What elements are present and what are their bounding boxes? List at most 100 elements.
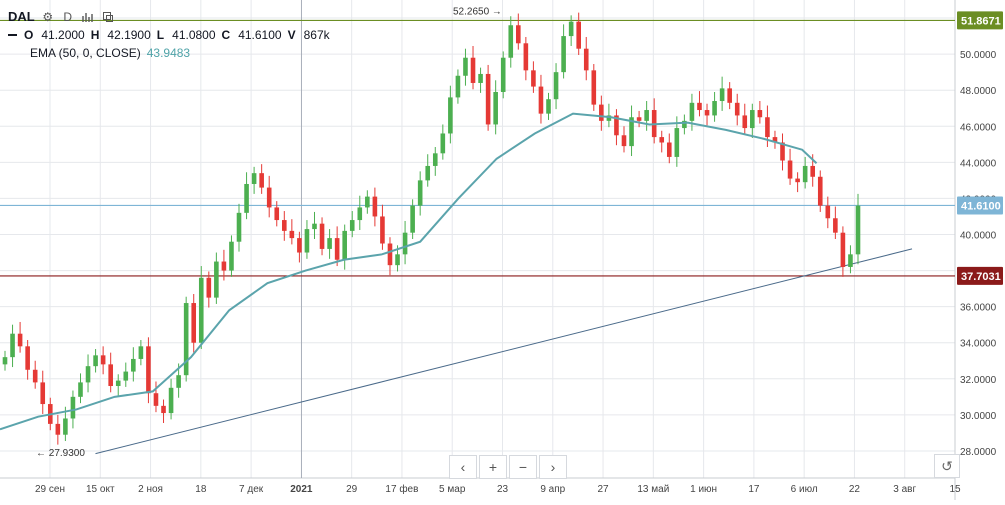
candle-body — [674, 128, 680, 157]
candle-body — [848, 254, 853, 267]
price-label-low: 37.7031 — [961, 271, 1001, 283]
compare-icon[interactable] — [101, 10, 115, 24]
x-tick-label: 1 июн — [690, 484, 717, 495]
candle-body — [795, 178, 800, 183]
scroll-left-button[interactable]: ‹ — [449, 455, 477, 479]
candle-body — [697, 102, 702, 111]
candle-body — [334, 238, 340, 260]
candle-body — [357, 207, 363, 221]
x-tick-label: 2021 — [290, 484, 313, 495]
candle-body — [734, 102, 740, 116]
y-tick-label: 34.0000 — [960, 339, 997, 350]
candle-body — [17, 333, 23, 347]
candle-body — [25, 346, 30, 370]
candle-body — [63, 418, 68, 435]
x-tick-label: 7 дек — [239, 484, 264, 495]
high-value: 42.1900 — [107, 28, 151, 42]
candle-body — [591, 70, 597, 105]
candle-body — [161, 405, 166, 414]
candle-body — [621, 135, 627, 147]
candle-body — [666, 142, 672, 157]
legend-symbol-row: DAL ⚙ D — [8, 8, 330, 26]
y-tick-label: 32.0000 — [960, 375, 997, 386]
candle-body — [516, 25, 521, 44]
candle-body — [470, 57, 476, 83]
candle-body — [55, 423, 61, 435]
candle-body — [274, 207, 280, 221]
x-tick-label: 17 фев — [385, 483, 418, 495]
candle-body — [644, 110, 649, 121]
annotation-high-label: 52.2650 → — [453, 6, 502, 17]
bar-chart-icon[interactable] — [81, 10, 95, 24]
price-label-current: 41.6100 — [961, 200, 1001, 212]
y-tick-label: 28.0000 — [960, 447, 997, 458]
candle-body — [115, 380, 121, 387]
candle-body — [236, 212, 242, 242]
candle-body — [561, 36, 566, 73]
candle-body — [266, 187, 272, 208]
y-tick-label: 48.0000 — [960, 86, 997, 97]
candle-body — [244, 183, 249, 213]
candle-body — [508, 25, 514, 58]
candle-body — [327, 238, 332, 249]
candle-body — [402, 232, 408, 255]
candle-body — [40, 382, 46, 405]
candle-body — [251, 173, 257, 184]
ema-label[interactable]: EMA (50, 0, CLOSE) — [30, 44, 141, 62]
scroll-right-button[interactable]: › — [539, 455, 567, 479]
low-key: L — [156, 28, 165, 42]
collapse-icon[interactable] — [8, 30, 18, 40]
high-key: H — [90, 28, 100, 42]
ema-row: EMA (50, 0, CLOSE) 43.9483 — [8, 44, 330, 62]
candle-body — [742, 115, 748, 129]
x-tick-label: 18 — [195, 484, 207, 495]
candle-body — [372, 196, 378, 217]
zoom-in-button[interactable]: + — [479, 455, 507, 479]
x-tick-label: 6 июл — [791, 484, 818, 495]
candle-body — [32, 369, 38, 383]
candle-body — [2, 357, 8, 365]
candle-body — [395, 254, 400, 266]
candle-body — [817, 176, 823, 206]
volume-key: V — [287, 28, 296, 42]
x-tick-label: 22 — [849, 484, 861, 495]
symbol-label[interactable]: DAL — [8, 8, 35, 26]
candle-body — [825, 205, 831, 219]
candle-body — [304, 229, 310, 253]
interval-label[interactable]: D — [61, 10, 75, 24]
candle-body — [70, 396, 76, 419]
zoom-out-button[interactable]: − — [509, 455, 537, 479]
x-tick-label: 23 — [497, 484, 509, 495]
reset-icon[interactable]: ↺ — [934, 454, 960, 478]
x-tick-label: 2 ноя — [138, 484, 163, 495]
candle-body — [259, 173, 264, 188]
candle-body — [131, 358, 136, 372]
candle-body — [712, 101, 717, 116]
x-tick-label: 9 апр — [540, 484, 565, 495]
candle-body — [538, 86, 544, 114]
candle-body — [765, 117, 770, 138]
volume-value: 867k — [303, 28, 330, 42]
candle-body — [425, 165, 431, 181]
annotation-low-label: ← 27.9300 — [36, 448, 85, 459]
candle-body — [568, 21, 574, 37]
candle-body — [176, 375, 181, 388]
candle-body — [787, 160, 793, 179]
chart-area[interactable]: 52.000050.000048.000046.000044.000042.00… — [0, 0, 1005, 500]
gear-icon[interactable]: ⚙ — [41, 10, 55, 24]
candle-body — [108, 364, 113, 387]
candle-body — [659, 137, 665, 143]
x-tick-label: 17 — [748, 484, 760, 495]
x-tick-label: 29 сен — [35, 484, 65, 495]
candle-body — [455, 75, 461, 98]
y-tick-label: 40.0000 — [960, 230, 997, 241]
price-chart[interactable]: 52.000050.000048.000046.000044.000042.00… — [0, 0, 1005, 500]
y-tick-label: 50.0000 — [960, 50, 997, 61]
x-tick-label: 27 — [597, 484, 609, 495]
x-tick-label: 13 май — [637, 484, 669, 495]
candle-body — [833, 218, 838, 233]
candle-body — [282, 220, 287, 231]
candle-body — [221, 261, 227, 271]
low-value: 41.0800 — [172, 28, 216, 42]
candle-body — [146, 346, 151, 394]
